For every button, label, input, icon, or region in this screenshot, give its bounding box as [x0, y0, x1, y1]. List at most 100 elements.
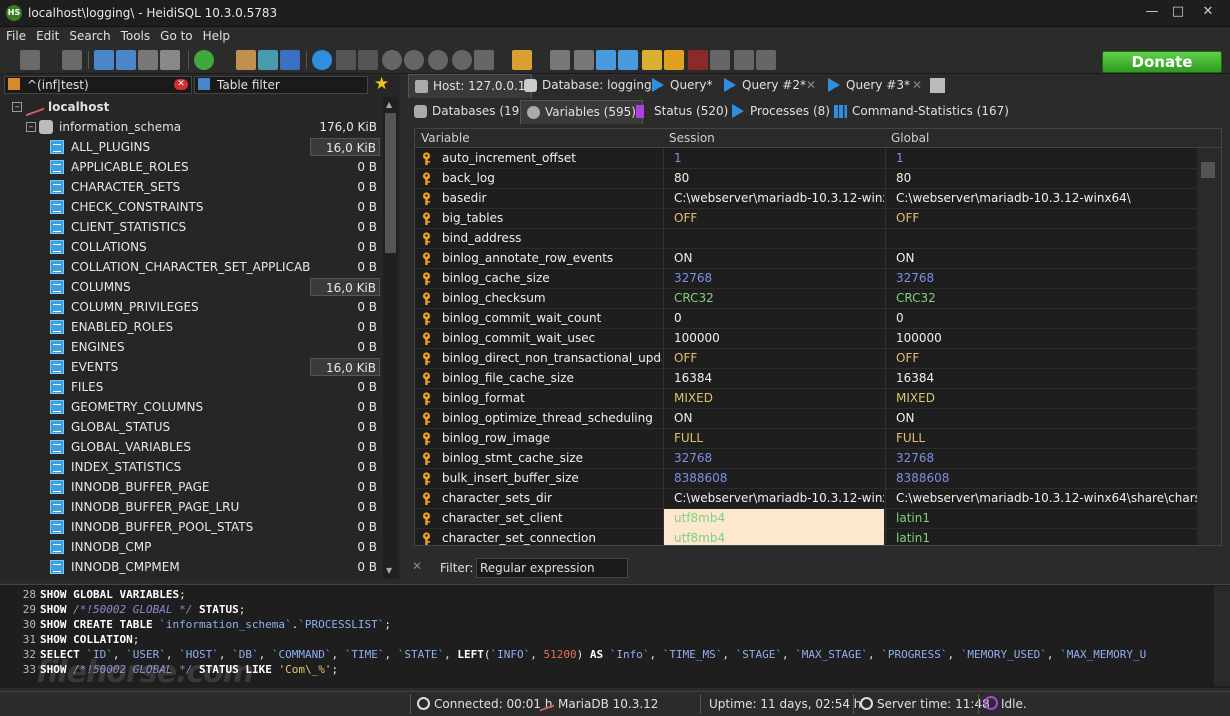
- collapse-icon[interactable]: –: [26, 122, 36, 132]
- tab-host[interactable]: Host: 127.0.0.1: [408, 74, 533, 98]
- menu-help[interactable]: Help: [197, 27, 234, 43]
- tab-processes[interactable]: Processes (8): [726, 100, 836, 124]
- minimize-icon[interactable]: —: [1141, 2, 1163, 22]
- global-value[interactable]: C:\webserver\mariadb-10.3.12-winx64\: [885, 189, 1197, 209]
- variable-row[interactable]: binlog_row_image FULL FULL: [415, 429, 1197, 449]
- close-tab-query-2-icon[interactable]: ✕: [806, 74, 816, 96]
- global-value[interactable]: [885, 229, 1197, 249]
- menu-file[interactable]: File: [0, 27, 30, 43]
- tab-variables[interactable]: Variables (595): [520, 100, 643, 124]
- variable-row[interactable]: binlog_format MIXED MIXED: [415, 389, 1197, 409]
- global-value[interactable]: 8388608: [885, 469, 1197, 489]
- session-value[interactable]: ON: [663, 249, 884, 269]
- session-value[interactable]: 16384: [663, 369, 884, 389]
- session-value[interactable]: utf8mb4: [663, 509, 884, 529]
- variable-row[interactable]: character_sets_dir C:\webserver\mariadb-1…: [415, 489, 1197, 509]
- favorites-star-icon[interactable]: ★: [374, 75, 389, 93]
- column-header-session[interactable]: Session: [669, 131, 715, 145]
- tree-scrollbar[interactable]: ▲ ▼: [383, 97, 398, 578]
- menu-search[interactable]: Search: [63, 27, 114, 43]
- run-query-icon[interactable]: [474, 50, 494, 70]
- delete-record-icon[interactable]: [404, 50, 424, 70]
- global-value[interactable]: 32768: [885, 449, 1197, 469]
- tree-table-node[interactable]: FILES 0 B: [8, 377, 380, 397]
- tree-table-node[interactable]: GLOBAL_STATUS 0 B: [8, 417, 380, 437]
- variable-row[interactable]: big_tables OFF OFF: [415, 209, 1197, 229]
- global-value[interactable]: latin1: [885, 529, 1197, 545]
- session-value[interactable]: OFF: [663, 349, 884, 369]
- tab-database[interactable]: Database: logging: [518, 74, 658, 98]
- global-value[interactable]: MIXED: [885, 389, 1197, 409]
- variable-row[interactable]: back_log 80 80: [415, 169, 1197, 189]
- donate-button[interactable]: Donate: [1102, 51, 1222, 73]
- find-icon[interactable]: [596, 50, 616, 70]
- tree-table-node[interactable]: INNODB_BUFFER_POOL_STATS 0 B: [8, 517, 380, 537]
- tree-table-node[interactable]: CHARACTER_SETS 0 B: [8, 177, 380, 197]
- print-icon[interactable]: [160, 50, 180, 70]
- tree-table-node[interactable]: CLIENT_STATISTICS 0 B: [8, 217, 380, 237]
- collapse-icon[interactable]: –: [12, 102, 22, 112]
- variable-row[interactable]: binlog_commit_wait_count 0 0: [415, 309, 1197, 329]
- tree-table-node[interactable]: INNODB_BUFFER_PAGE 0 B: [8, 477, 380, 497]
- session-value[interactable]: ON: [663, 409, 884, 429]
- session-value[interactable]: CRC32: [663, 289, 884, 309]
- session-value[interactable]: 0: [663, 309, 884, 329]
- indent-icon[interactable]: [734, 50, 754, 70]
- clear-filter-icon[interactable]: ✕: [174, 79, 188, 90]
- tree-table-node[interactable]: GLOBAL_VARIABLES 0 B: [8, 437, 380, 457]
- variable-row[interactable]: binlog_checksum CRC32 CRC32: [415, 289, 1197, 309]
- global-value[interactable]: C:\webserver\mariadb-10.3.12-winx64\shar…: [885, 489, 1197, 509]
- new-query-tab-icon[interactable]: [930, 78, 945, 93]
- tree-table-node[interactable]: COLUMNS 16,0 KiB: [8, 277, 380, 297]
- tree-table-node[interactable]: EVENTS 16,0 KiB: [8, 357, 380, 377]
- global-value[interactable]: OFF: [885, 209, 1197, 229]
- tab-query-3[interactable]: Query #3*: [822, 74, 916, 98]
- tree-database-node[interactable]: – information_schema 176,0 KiB: [8, 117, 380, 137]
- tree-table-node[interactable]: ENABLED_ROLES 0 B: [8, 317, 380, 337]
- session-value[interactable]: 1: [663, 149, 884, 169]
- disconnect-icon[interactable]: [62, 50, 82, 70]
- global-value[interactable]: CRC32: [885, 289, 1197, 309]
- variable-row[interactable]: character_set_client utf8mb4 latin1: [415, 509, 1197, 529]
- variable-row[interactable]: auto_increment_offset 1 1: [415, 149, 1197, 169]
- tree-table-node[interactable]: GEOMETRY_COLUMNS 0 B: [8, 397, 380, 417]
- tab-command-statistics[interactable]: Command-Statistics (167): [828, 100, 1015, 124]
- tree-table-node[interactable]: APPLICABLE_ROLES 0 B: [8, 157, 380, 177]
- sync-icon[interactable]: [280, 50, 300, 70]
- tree-scroll-thumb[interactable]: [385, 113, 396, 253]
- global-value[interactable]: FULL: [885, 429, 1197, 449]
- sql-log-scrollbar[interactable]: [1214, 586, 1230, 686]
- session-value[interactable]: 32768: [663, 269, 884, 289]
- variable-row[interactable]: binlog_commit_wait_usec 100000 100000: [415, 329, 1197, 349]
- global-value[interactable]: OFF: [885, 349, 1197, 369]
- tree-table-node[interactable]: INDEX_STATISTICS 0 B: [8, 457, 380, 477]
- variable-row[interactable]: binlog_cache_size 32768 32768: [415, 269, 1197, 289]
- export-icon[interactable]: [258, 50, 278, 70]
- tree-table-node[interactable]: INNODB_CMPMEM 0 B: [8, 557, 380, 577]
- filter-input[interactable]: Regular expression: [476, 558, 628, 578]
- global-value[interactable]: 80: [885, 169, 1197, 189]
- variable-row[interactable]: binlog_file_cache_size 16384 16384: [415, 369, 1197, 389]
- tree-host-node[interactable]: – localhost: [8, 97, 380, 117]
- add-record-icon[interactable]: [382, 50, 402, 70]
- table-filter-input[interactable]: Table filter: [194, 76, 368, 94]
- stop-icon[interactable]: [688, 50, 708, 70]
- help-icon[interactable]: [312, 50, 332, 70]
- variable-row[interactable]: basedir C:\webserver\mariadb-10.3.12-winx…: [415, 189, 1197, 209]
- tree-table-node[interactable]: ENGINES 0 B: [8, 337, 380, 357]
- close-tab-icon[interactable]: [756, 50, 776, 70]
- undo-icon[interactable]: [138, 50, 158, 70]
- global-value[interactable]: 0: [885, 309, 1197, 329]
- global-value[interactable]: 32768: [885, 269, 1197, 289]
- global-value[interactable]: ON: [885, 249, 1197, 269]
- session-value[interactable]: C:\webserver\mariadb-10.3.12-winx6...: [663, 489, 884, 509]
- cancel-icon[interactable]: [452, 50, 472, 70]
- close-tab-query-3-icon[interactable]: ✕: [912, 74, 922, 96]
- copy-icon[interactable]: [94, 50, 114, 70]
- session-value[interactable]: 32768: [663, 449, 884, 469]
- user-manager-icon[interactable]: [236, 50, 256, 70]
- connect-icon[interactable]: [20, 50, 40, 70]
- grid-scrollbar[interactable]: [1197, 148, 1221, 545]
- refresh-icon[interactable]: [194, 50, 214, 70]
- replace-icon[interactable]: [618, 50, 638, 70]
